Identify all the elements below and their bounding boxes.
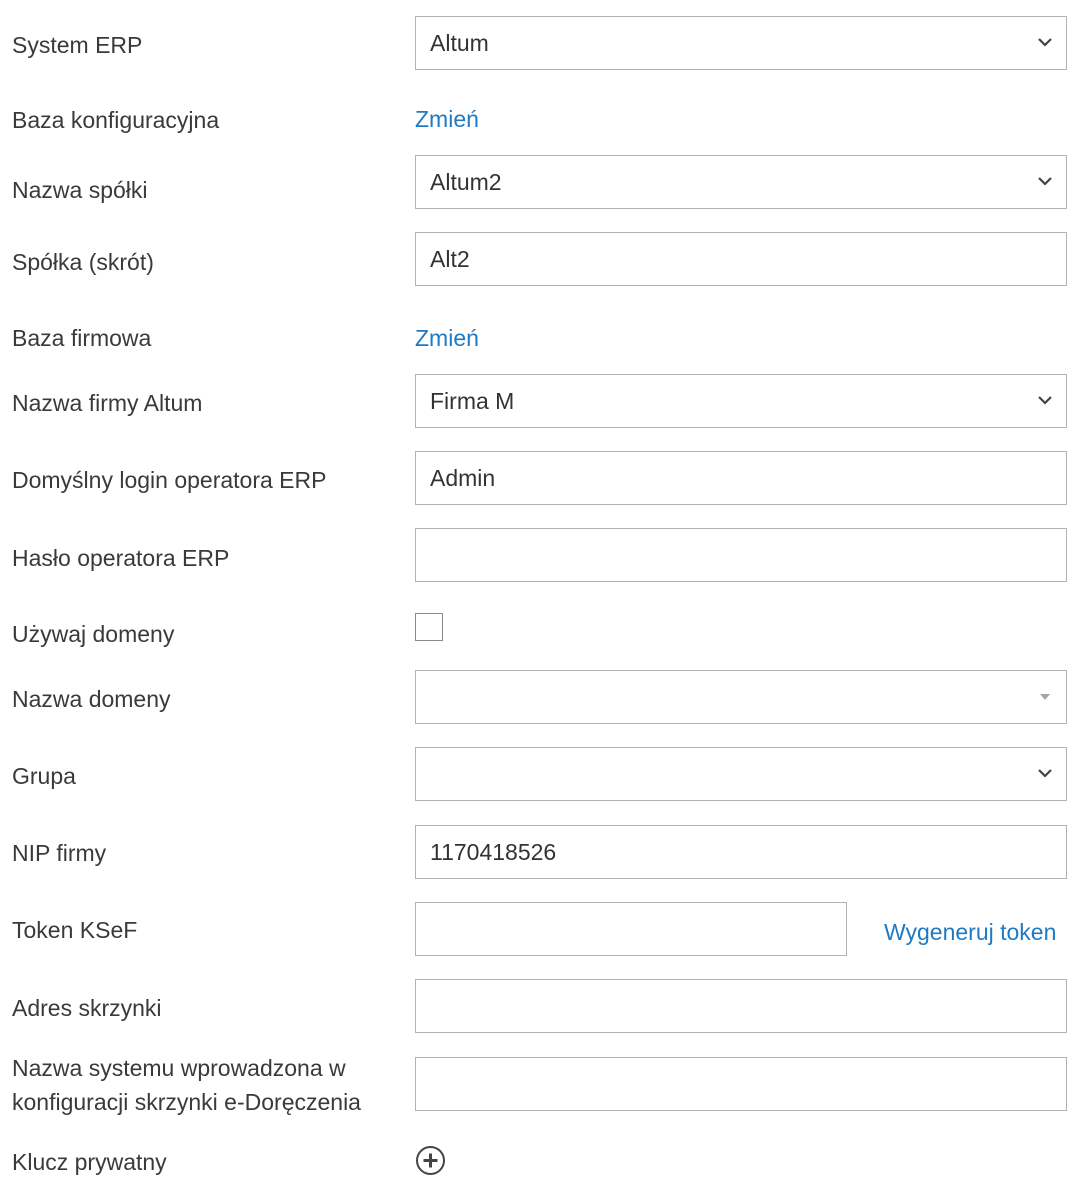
spolka-skrot-label: Spółka (skrót) — [12, 249, 154, 275]
domyslny-login-value: Admin — [430, 464, 496, 491]
nazwa-domeny-label: Nazwa domeny — [12, 686, 171, 712]
adres-skrzynki-label: Adres skrzynki — [12, 995, 162, 1021]
grupa-select[interactable] — [415, 747, 1067, 801]
domyslny-login-input[interactable]: Admin — [415, 451, 1067, 505]
chevron-down-icon — [1036, 391, 1054, 409]
baza-konfiguracyjna-label: Baza konfiguracyjna — [12, 107, 220, 133]
generate-token-link[interactable]: Wygeneruj token — [884, 917, 1056, 947]
system-erp-label: System ERP — [12, 32, 143, 58]
system-erp-select[interactable]: Altum — [415, 16, 1067, 70]
grupa-label: Grupa — [12, 763, 76, 789]
nazwa-domeny-select[interactable] — [415, 670, 1067, 724]
baza-konfiguracyjna-change-link[interactable]: Zmień — [415, 104, 479, 134]
token-ksef-label: Token KSeF — [12, 917, 138, 943]
adres-skrzynki-input[interactable] — [415, 979, 1067, 1033]
chevron-down-icon — [1036, 33, 1054, 51]
nazwa-systemu-input[interactable] — [415, 1057, 1067, 1111]
haslo-operatora-input[interactable] — [415, 528, 1067, 582]
plus-circle-icon — [416, 1146, 445, 1175]
nip-firmy-value: 1170418526 — [430, 838, 557, 865]
nazwa-spolki-select[interactable]: Altum2 — [415, 155, 1067, 209]
nazwa-firmy-altum-value: Firma M — [430, 387, 515, 414]
caret-down-icon — [1040, 694, 1050, 700]
chevron-down-icon — [1036, 764, 1054, 782]
system-erp-value: Altum — [430, 29, 489, 56]
uzywaj-domeny-label: Używaj domeny — [12, 621, 175, 647]
token-ksef-input[interactable] — [415, 902, 847, 956]
klucz-prywatny-label: Klucz prywatny — [12, 1149, 167, 1175]
nazwa-spolki-value: Altum2 — [430, 168, 502, 195]
nazwa-firmy-altum-select[interactable]: Firma M — [415, 374, 1067, 428]
nazwa-systemu-label: Nazwa systemu wprowadzona w konfiguracji… — [12, 1055, 361, 1115]
chevron-down-icon — [1036, 172, 1054, 190]
add-private-key-button[interactable] — [415, 1145, 446, 1176]
spolka-skrot-value: Alt2 — [430, 245, 470, 272]
uzywaj-domeny-checkbox[interactable] — [415, 613, 443, 641]
nazwa-spolki-label: Nazwa spółki — [12, 177, 148, 203]
nip-firmy-input[interactable]: 1170418526 — [415, 825, 1067, 879]
nazwa-firmy-altum-label: Nazwa firmy Altum — [12, 390, 203, 416]
baza-firmowa-change-link[interactable]: Zmień — [415, 323, 479, 353]
spolka-skrot-input[interactable]: Alt2 — [415, 232, 1067, 286]
domyslny-login-label: Domyślny login operatora ERP — [12, 467, 327, 493]
haslo-operatora-label: Hasło operatora ERP — [12, 545, 230, 571]
nip-firmy-label: NIP firmy — [12, 840, 107, 866]
baza-firmowa-label: Baza firmowa — [12, 325, 152, 351]
